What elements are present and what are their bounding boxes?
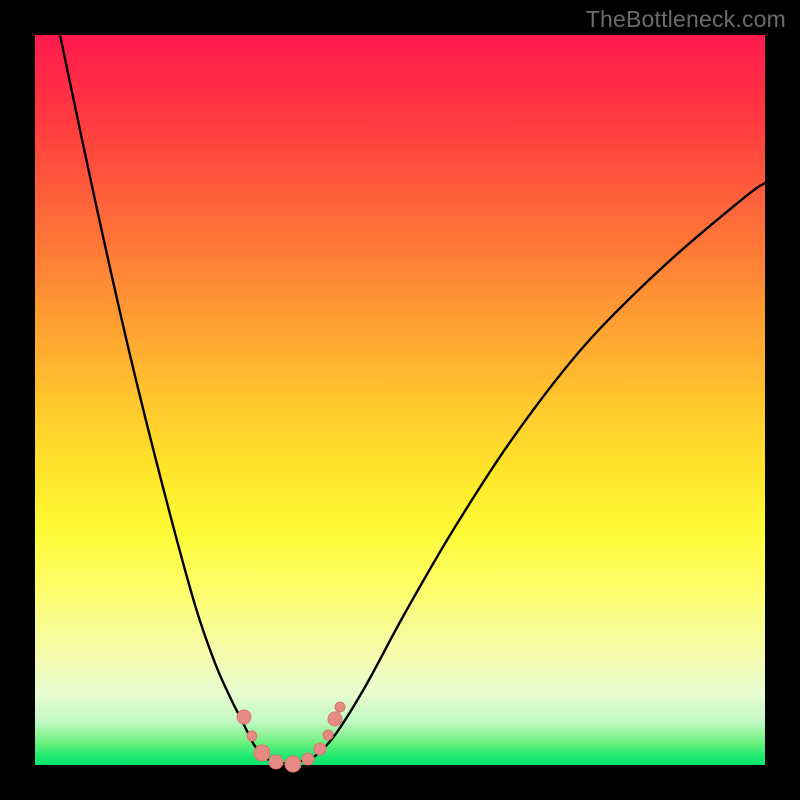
plot-area (35, 35, 765, 765)
curve-markers (237, 702, 345, 772)
curve-marker (285, 756, 301, 772)
watermark-text: TheBottleneck.com (586, 6, 786, 33)
bottleneck-curve (60, 35, 765, 763)
curve-marker (247, 731, 257, 741)
curve-marker (335, 702, 345, 712)
curve-marker (323, 730, 333, 740)
curve-marker (269, 755, 283, 769)
curve-svg (35, 35, 765, 765)
curve-marker (237, 710, 251, 724)
curve-marker (328, 712, 342, 726)
curve-marker (314, 743, 326, 755)
curve-marker (254, 745, 270, 761)
curve-marker (302, 753, 314, 765)
chart-frame: TheBottleneck.com (0, 0, 800, 800)
